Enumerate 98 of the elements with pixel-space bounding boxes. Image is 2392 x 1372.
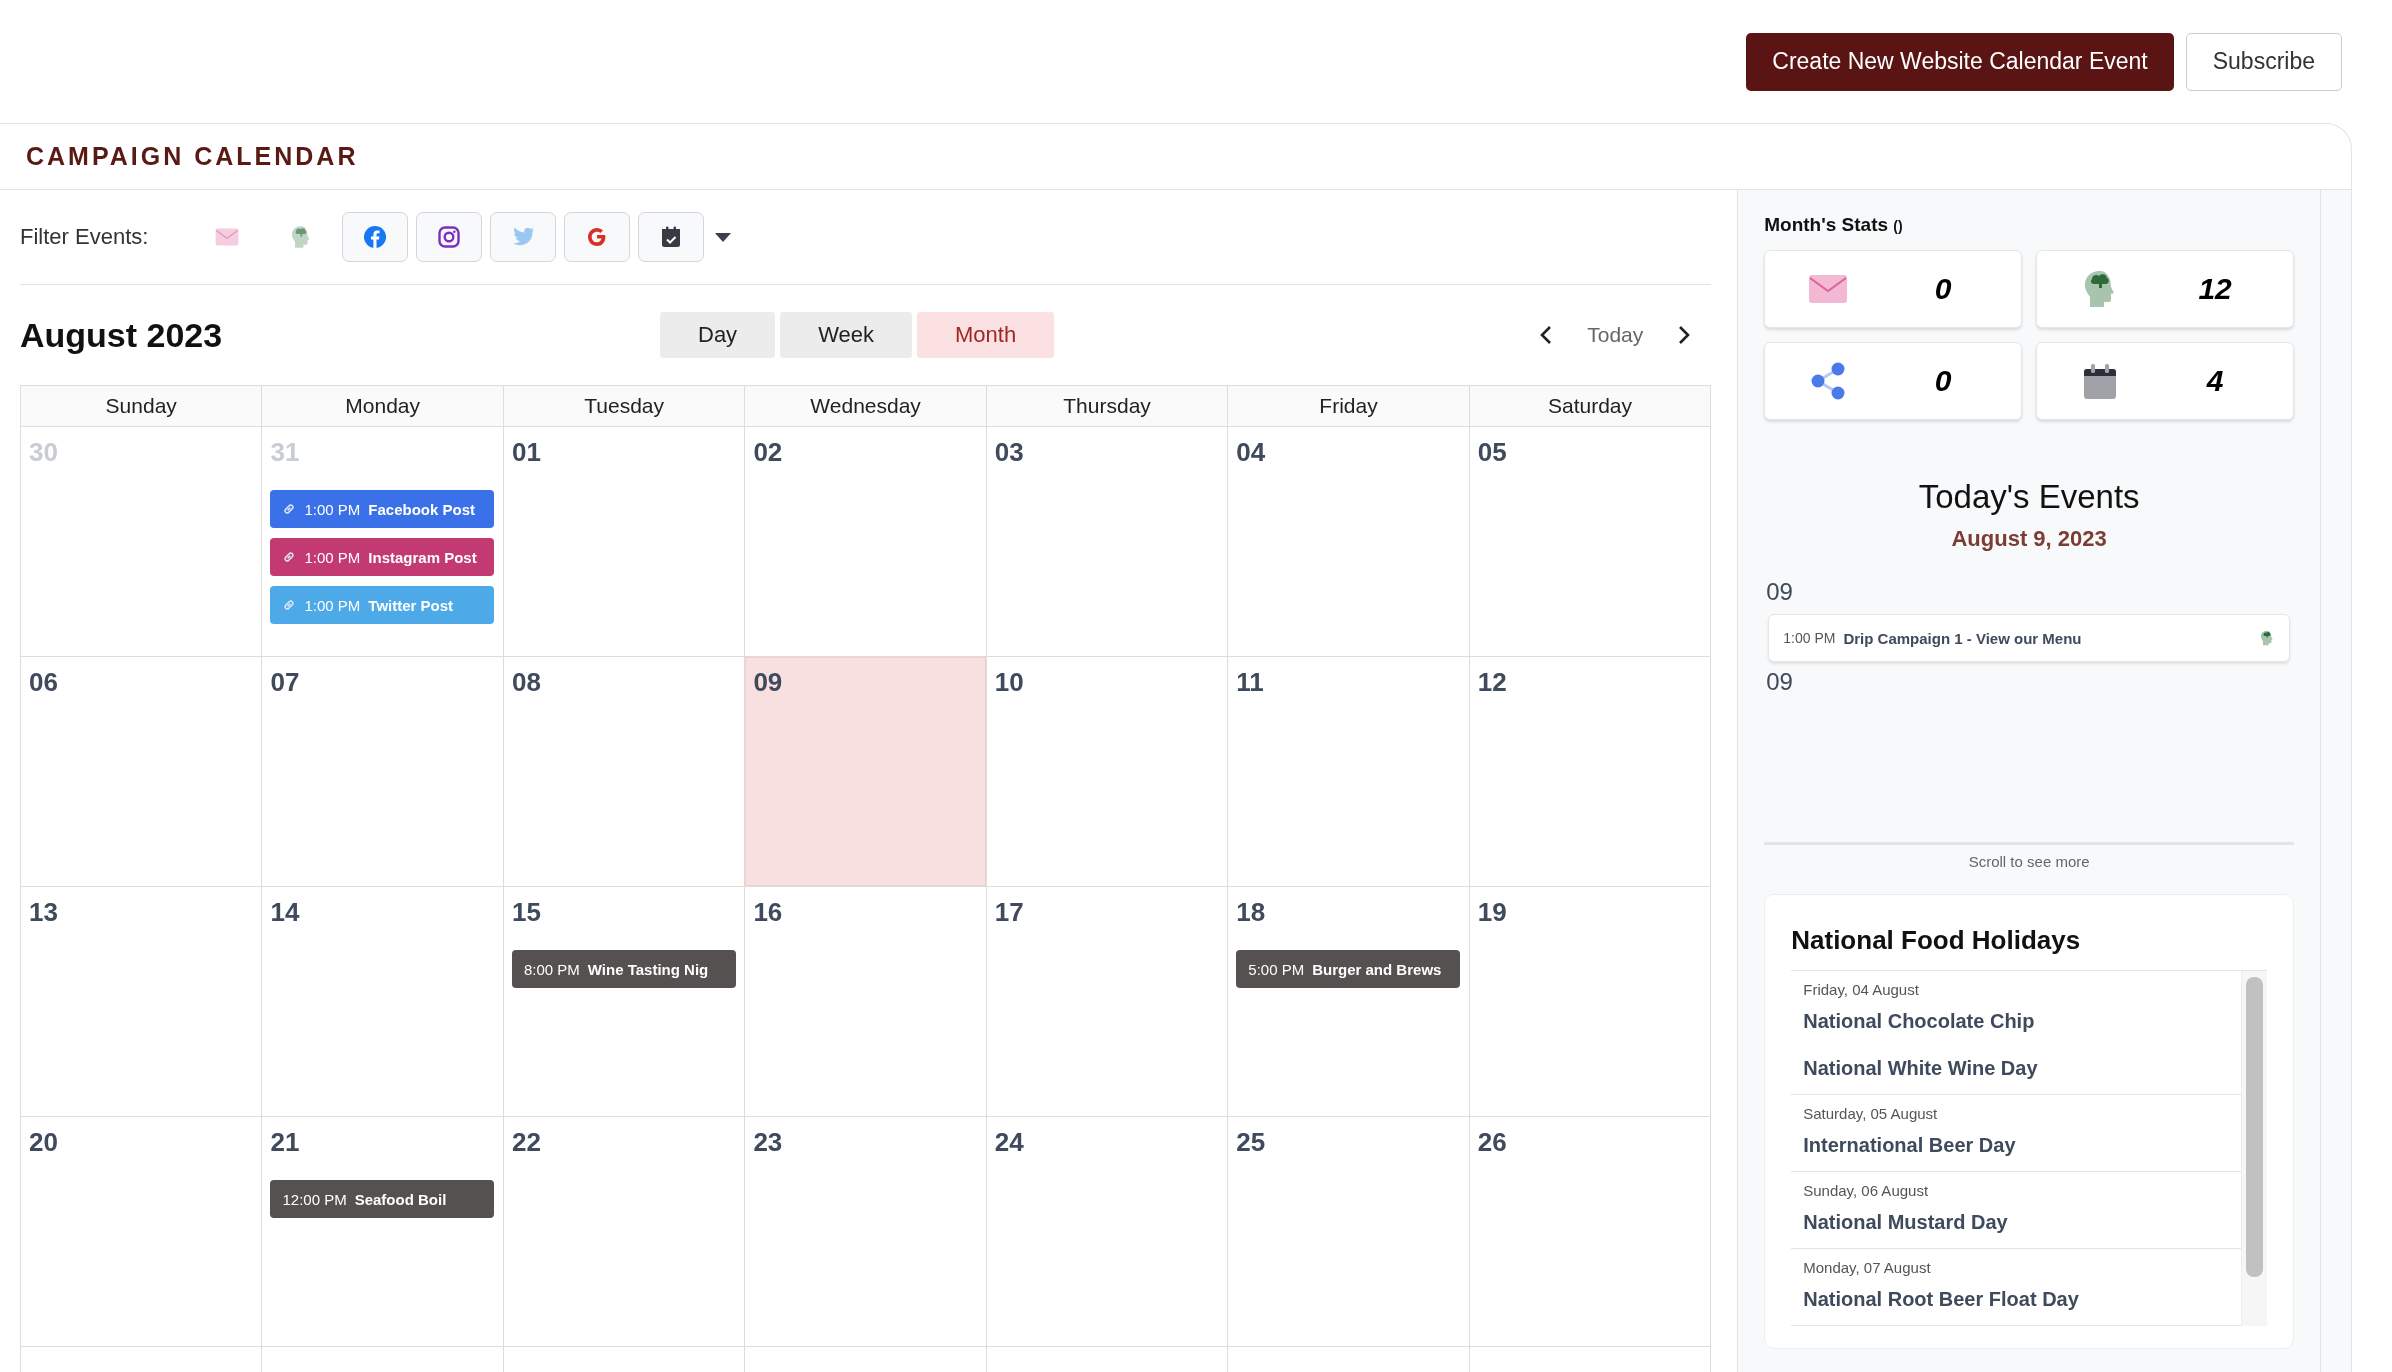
filter-label: Filter Events: [20,224,149,250]
filter-toggle[interactable] [342,212,409,262]
day-number: 25 [1236,1127,1266,1158]
event-time: 8:00 PM [523,960,580,978]
event-chip[interactable]: 1:00 PM Instagram Post [270,538,495,576]
holiday-date: Friday, 04 August [1803,981,1920,998]
head-brain-icon [2259,630,2275,646]
day-number: 17 [994,897,1024,928]
event-time: 1:00 PM [304,500,361,518]
holiday-date: Saturday, 05 August [1803,1105,1939,1122]
holiday-name: National Chocolate Chip [1803,1010,2036,1033]
day-number: 26 [1477,1127,1507,1158]
calendar-title: CAMPAIGN CALENDAR [26,142,359,171]
filter-toggle[interactable] [564,212,631,262]
stat-value: 0 [1933,272,1953,306]
holiday-date: Sunday, 06 August [1803,1182,1930,1199]
weekday-header: Sunday [21,386,263,427]
day-number: 23 [753,1127,783,1158]
stat-value: 4 [2205,364,2225,398]
day-number: 19 [1477,897,1507,928]
day-number: 15 [511,897,541,928]
event-time: 1:00 PM [1783,630,1836,646]
create-event-button[interactable]: Create New Website Calendar Event [1746,32,2174,91]
instagram-icon [437,225,462,249]
event-title: Seafood Boil [354,1190,447,1208]
holiday-date: Monday, 07 August [1803,1259,1932,1276]
day-number: 11 [1236,667,1264,698]
event-title: Instagram Post [368,548,477,566]
day-number: 14 [270,897,300,928]
event-title: Burger and Brews [1312,960,1442,978]
day-number: 07 [270,667,300,698]
day-number: 05 [1477,437,1507,468]
event-chip[interactable]: 5:00 PM Burger and Brews [1236,950,1461,988]
holiday-name: National White Wine Day [1803,1057,2039,1080]
event-time: 5:00 PM [1248,960,1305,978]
subscribe-button[interactable]: Subscribe [2185,32,2342,91]
day-number: 20 [29,1127,58,1158]
stats-suffix: () [1893,218,1903,234]
stat-value: 12 [2197,272,2233,306]
filter-toggle[interactable] [416,212,483,262]
envelope-icon [215,228,240,246]
day-number: 22 [511,1127,541,1158]
holidays-title: National Food Holidays [1791,925,2082,956]
event-title: Wine Tasting Nig [587,960,709,978]
weekday-header: Friday [1228,386,1470,427]
todays-events-title: Today's Events [1917,478,2141,516]
event-day: 09 [1766,668,2294,696]
envelope-icon [1807,274,1848,304]
today-button[interactable]: Today [1581,317,1650,353]
scroll-hint: Scroll to see more [1967,853,2091,870]
chevron-left-icon[interactable] [1539,325,1554,345]
event-chip[interactable]: 12:00 PM Seafood Boil [270,1180,495,1218]
view-tab[interactable]: Week [780,312,912,358]
holiday-name: National Root Beer Float Day [1803,1288,2080,1311]
event-chip[interactable]: 1:00 PM Facebook Post [270,490,495,528]
holiday-name: National Mustard Day [1803,1211,2009,1234]
day-number: 24 [994,1127,1024,1158]
bird-icon [511,227,536,247]
weekday-header: Thursday [986,386,1229,427]
holiday-name: International Beer Day [1803,1134,2017,1157]
event-time: 12:00 PM [282,1190,347,1208]
scrollbar-thumb[interactable] [2246,977,2263,1277]
day-number: 03 [994,437,1024,468]
todays-date: August 9, 2023 [1950,526,2108,552]
view-tab[interactable]: Month [916,312,1055,358]
day-number: 12 [1477,667,1507,698]
day-number: 10 [994,667,1024,698]
day-number: 04 [1236,437,1266,468]
stat-value: 0 [1933,364,1953,398]
chevron-right-icon[interactable] [1677,325,1692,345]
day-number: 02 [753,437,783,468]
day-number: 13 [29,897,58,928]
caret-icon[interactable] [714,231,733,243]
event-time: 1:00 PM [304,596,361,614]
event-time: 1:00 PM [304,548,361,566]
view-tab[interactable]: Day [660,312,776,358]
day-number: 16 [753,897,783,928]
month-title: August 2023 [20,315,224,355]
stats-title: Month's Stats [1764,214,1889,235]
filter-toggle[interactable] [638,212,705,262]
day-number: 09 [753,667,783,698]
day-number: 18 [1236,897,1266,928]
day-number: 08 [511,667,541,698]
weekday-header: Tuesday [503,386,746,427]
weekday-header: Wednesday [745,386,987,427]
day-number: 01 [511,437,541,468]
event-chip[interactable]: 8:00 PM Wine Tasting Nig [511,950,736,988]
facebook-icon [363,225,388,249]
event-day: 09 [1766,578,2294,606]
event-title: Twitter Post [368,596,454,614]
event-card[interactable]: 1:00 PM Drip Campaign 1 - View our Menu [1768,614,2290,662]
day-number: 06 [29,667,58,698]
event-title: Drip Campaign 1 - View our Menu [1843,629,2082,647]
weekday-header: Monday [262,386,504,427]
weekday-header: Saturday [1469,386,1712,427]
filter-toggle[interactable] [490,212,557,262]
event-title: Facebook Post [368,500,476,518]
day-number: 21 [270,1127,300,1158]
